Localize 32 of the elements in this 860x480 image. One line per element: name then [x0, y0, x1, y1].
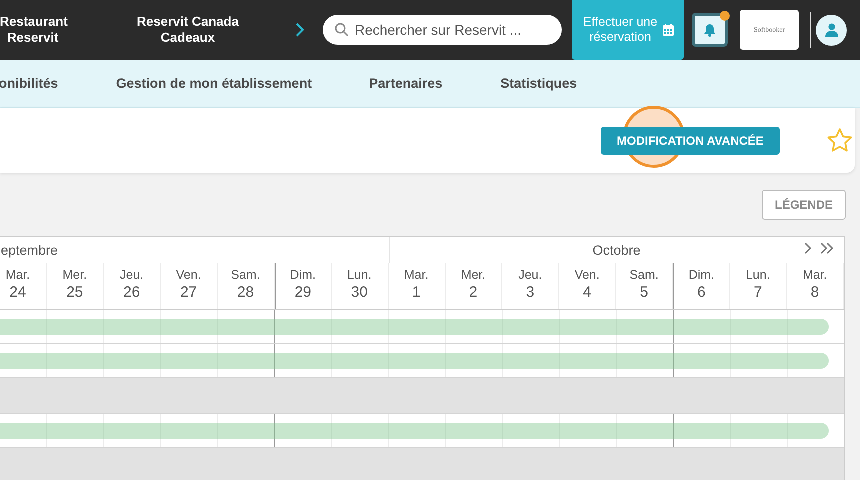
- next-icon[interactable]: [804, 242, 812, 255]
- double-chevron-icon[interactable]: [820, 242, 834, 255]
- nav-tab[interactable]: Partenaires: [369, 76, 443, 91]
- chevron-right-icon[interactable]: [295, 23, 305, 37]
- day-header: Mar. 24: [0, 263, 47, 309]
- establishment-name[interactable]: Reservit Canada Cadeaux: [128, 14, 248, 46]
- day-header: Ven. 27: [160, 263, 218, 309]
- star-icon[interactable]: [827, 128, 853, 153]
- legend-button[interactable]: LÉGENDE: [762, 190, 846, 220]
- day-header: Ven. 4: [559, 263, 616, 309]
- day-header: Dim. 6: [673, 263, 730, 309]
- month-label: Octobre: [592, 242, 641, 258]
- nav-tab[interactable]: Statistiques: [500, 76, 578, 91]
- avatar-icon[interactable]: [816, 14, 847, 46]
- establishment-name[interactable]: Restaurant Reservit: [0, 14, 66, 46]
- day-header: Sam. 28: [218, 263, 275, 309]
- day-header: Lun. 30: [332, 263, 389, 309]
- day-header: Jeu. 26: [104, 263, 161, 309]
- nav-tab[interactable]: Gestion de mon établissement: [116, 76, 312, 91]
- day-header: Jeu. 3: [502, 263, 560, 309]
- calendar-icon: [662, 24, 674, 36]
- day-header: Lun. 7: [730, 263, 788, 309]
- notification-button[interactable]: [692, 13, 728, 47]
- day-header: Dim. 29: [274, 263, 332, 309]
- day-header: Mar. 8: [787, 263, 844, 309]
- day-header: Mer. 2: [446, 263, 502, 309]
- day-header: Mar. 1: [388, 263, 446, 309]
- month-label: eptembre: [1, 242, 58, 258]
- day-header: Mer. 25: [46, 263, 104, 309]
- day-header: Sam. 5: [616, 263, 674, 309]
- bell-icon: [704, 24, 716, 36]
- search-field[interactable]: Rechercher sur Reservit ...: [323, 15, 562, 45]
